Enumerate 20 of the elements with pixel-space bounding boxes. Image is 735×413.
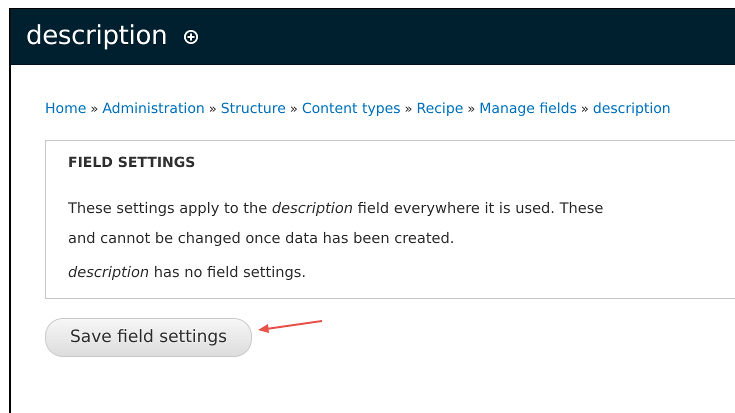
breadcrumb-separator: » bbox=[404, 102, 413, 117]
breadcrumb-link[interactable]: Structure bbox=[220, 101, 286, 117]
breadcrumb-link[interactable]: Content types bbox=[302, 101, 401, 117]
annotation-arrow bbox=[258, 318, 324, 334]
breadcrumb-separator: » bbox=[208, 102, 217, 117]
breadcrumb-separator: » bbox=[580, 102, 589, 117]
page-title: description bbox=[26, 21, 168, 53]
panel-heading: FIELD SETTINGS bbox=[68, 154, 196, 173]
settings-note: description has no field settings. bbox=[68, 263, 308, 283]
save-button[interactable]: Save field settings bbox=[45, 318, 252, 358]
breadcrumb-link[interactable]: Recipe bbox=[416, 101, 464, 117]
breadcrumb-separator: » bbox=[90, 102, 98, 117]
settings-description: These settings apply to the description field everywhere it is used. These and cannot be changed once data has been created. bbox=[68, 199, 604, 249]
breadcrumb-link[interactable]: description bbox=[592, 101, 671, 117]
breadcrumb-link[interactable]: Home bbox=[45, 101, 86, 117]
breadcrumb-separator: » bbox=[290, 102, 298, 117]
breadcrumb-separator: » bbox=[467, 102, 476, 117]
add-shortcut-icon[interactable] bbox=[183, 29, 200, 45]
breadcrumb-link[interactable]: Administration bbox=[102, 101, 205, 117]
breadcrumb-link[interactable]: Manage fields bbox=[479, 101, 577, 117]
